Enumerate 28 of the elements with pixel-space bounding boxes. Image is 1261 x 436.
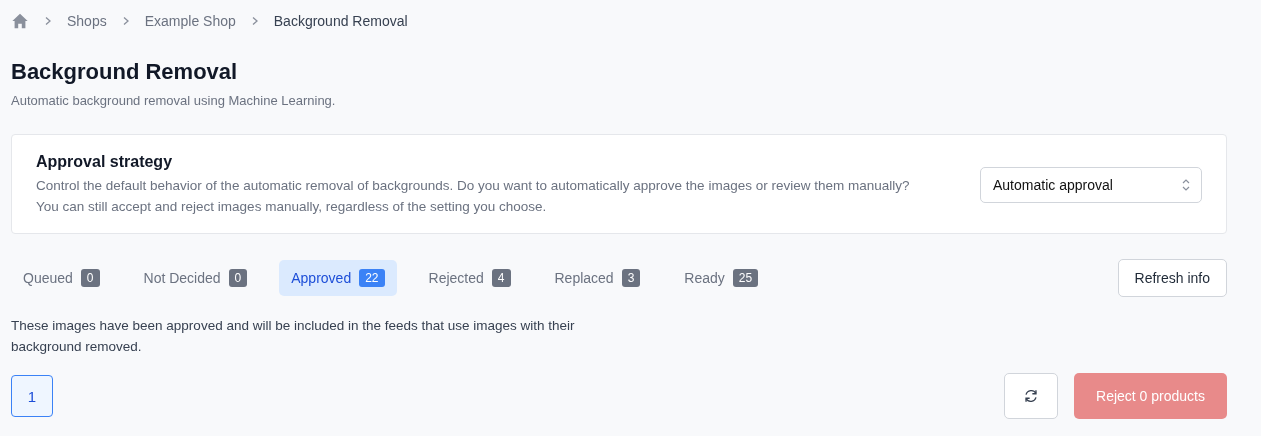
- refresh-icon: [1022, 387, 1040, 405]
- tab[interactable]: Queued 0: [11, 260, 112, 296]
- breadcrumb-link[interactable]: Example Shop: [144, 13, 236, 29]
- count-badge: 0: [228, 269, 248, 287]
- refresh-info-button[interactable]: Refresh info: [1117, 259, 1227, 297]
- page-title: Background Removal: [11, 59, 239, 85]
- tab[interactable]: Replaced 3: [542, 260, 653, 296]
- tab[interactable]: Not Decided 0: [131, 260, 260, 296]
- sort-arrows-icon: [1181, 177, 1191, 193]
- tab[interactable]: Ready 25: [672, 260, 771, 296]
- count-badge: 4: [491, 269, 511, 287]
- count-badge: 25: [732, 269, 759, 287]
- card-title: Approval strategy: [36, 153, 174, 171]
- tab[interactable]: Rejected 4: [416, 260, 523, 296]
- home-icon[interactable]: [11, 12, 29, 30]
- breadcrumb-link[interactable]: Shops: [67, 13, 107, 29]
- count-badge: 0: [80, 269, 100, 287]
- chevron-icon: [43, 16, 53, 26]
- count-badge: 22: [359, 269, 385, 287]
- breadcrumb-link[interactable]: Background Removal: [273, 13, 408, 29]
- tab[interactable]: Approved 22: [279, 260, 397, 296]
- count-badge: 3: [621, 269, 641, 287]
- page-button[interactable]: 1: [11, 375, 53, 417]
- approval-select[interactable]: Automatic approval: [980, 167, 1202, 203]
- page-subtitle: Automatic background removal using Machine Learning.: [11, 93, 337, 108]
- reload-button[interactable]: [1004, 373, 1058, 419]
- tab-description: These images have been approved and will be included in the feeds that use images with their background removed.: [11, 317, 576, 356]
- card-description: Control the default behavior of the automatic removal of backgrounds. Do you want to automatically approve the images or review them manually? You can still accept and reject images manually, regardless of the setting you choose.: [36, 177, 911, 216]
